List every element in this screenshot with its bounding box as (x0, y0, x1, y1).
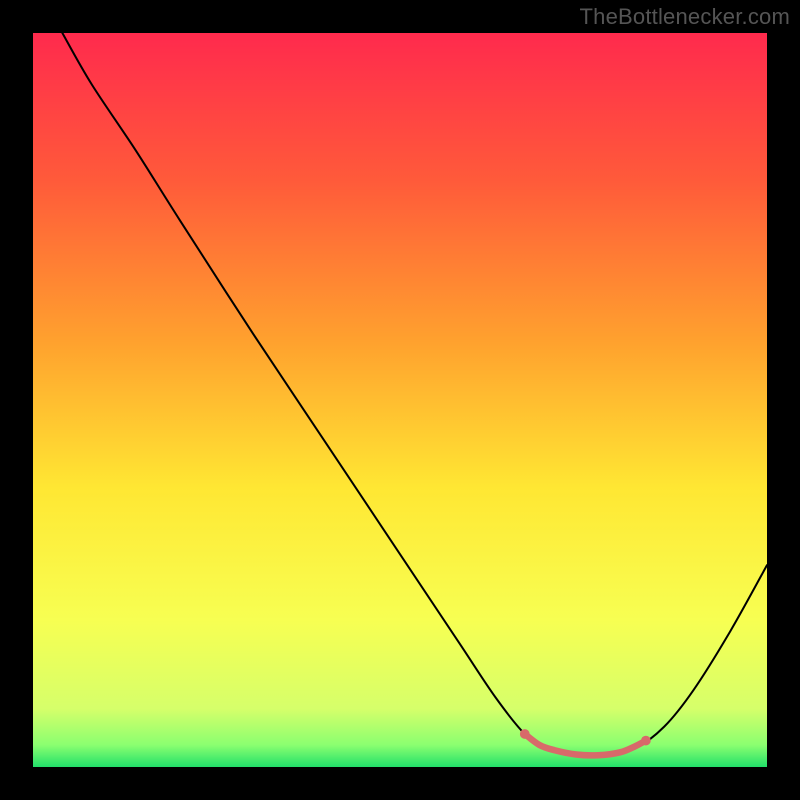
series-marker-dot (596, 753, 601, 758)
series-marker-dot (618, 750, 623, 755)
series-marker-dot (633, 744, 638, 749)
chart-svg (33, 33, 767, 767)
attribution-text: TheBottlenecker.com (580, 4, 790, 30)
chart-frame: TheBottlenecker.com (0, 0, 800, 800)
series-marker-dot (552, 748, 557, 753)
chart-plot-area (33, 33, 767, 767)
chart-background-gradient (33, 33, 767, 767)
series-marker-endpoint (520, 729, 530, 739)
series-marker-dot (574, 752, 579, 757)
series-marker-dot (537, 743, 542, 748)
series-marker-endpoint (641, 736, 651, 746)
